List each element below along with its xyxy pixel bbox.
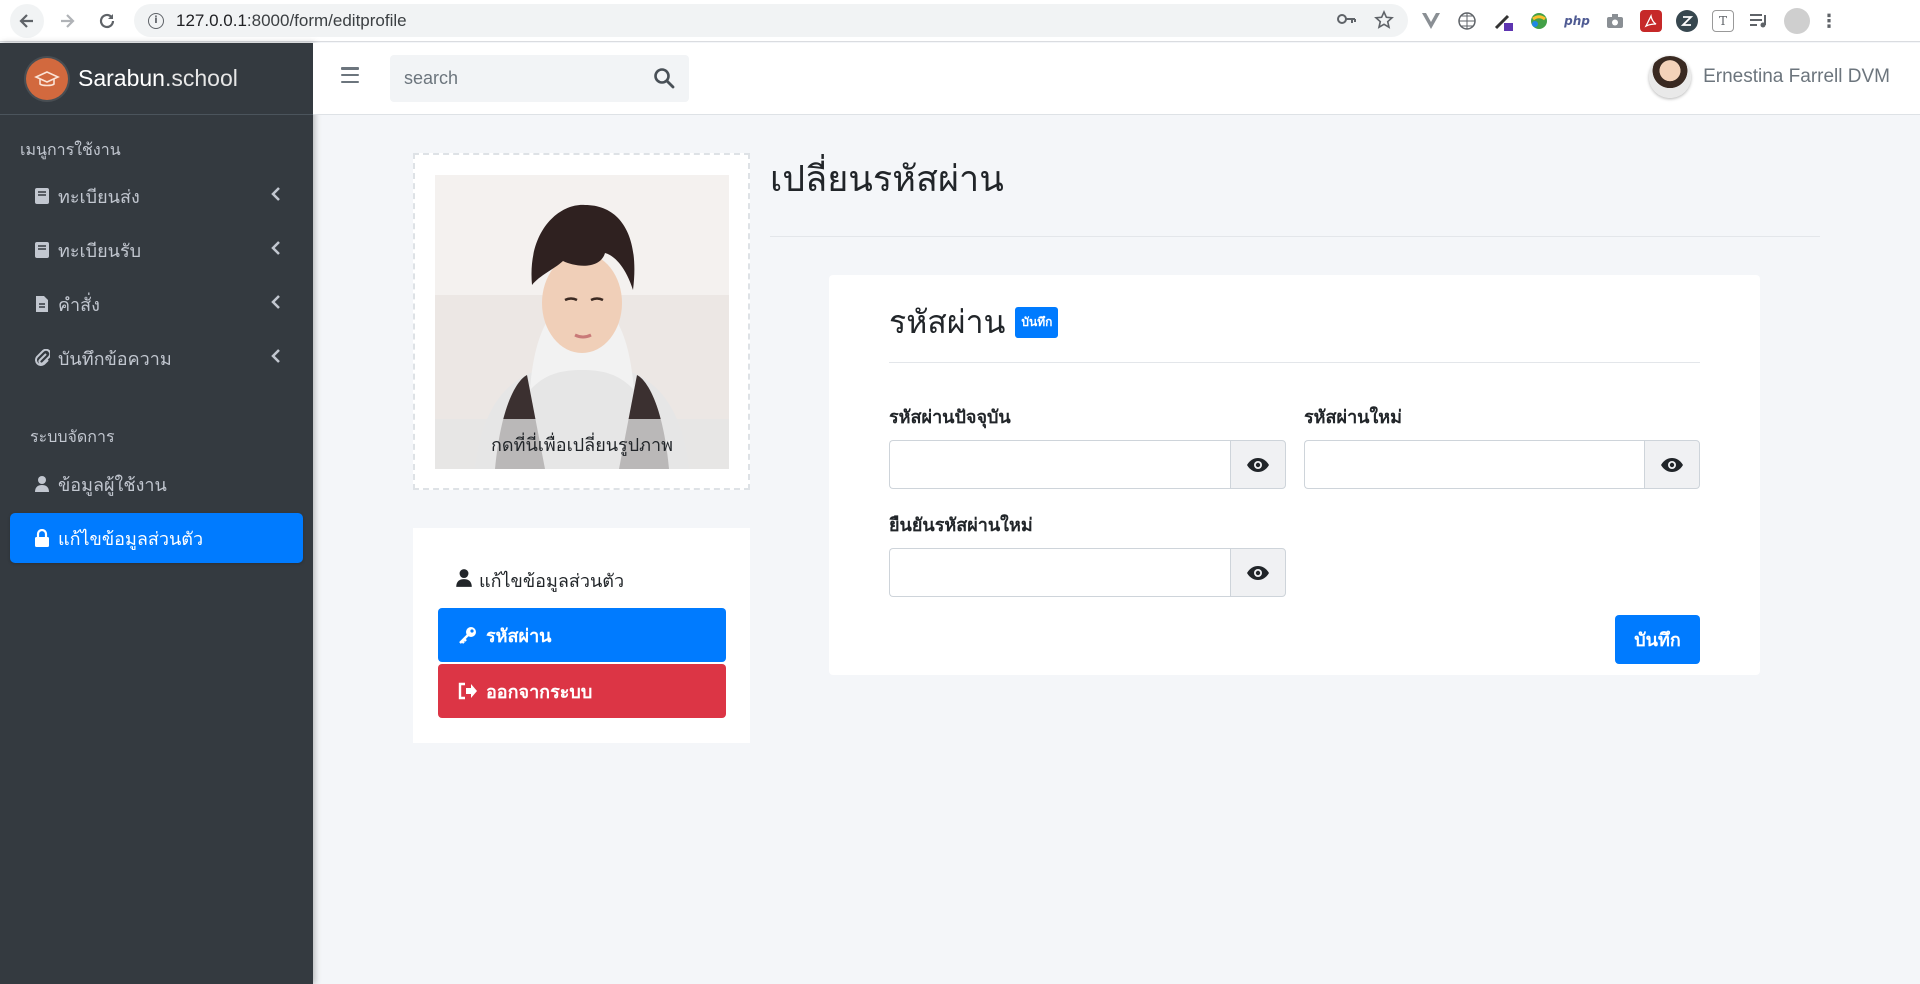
sidebar-item-edit-profile[interactable]: แก้ไขข้อมูลส่วนตัว: [10, 513, 303, 563]
top-navbar: Ernestina Farrell DVM: [313, 43, 1920, 115]
profile-menu-card: แก้ไขข้อมูลส่วนตัว รหัสผ่าน ออกจากระบบ: [413, 528, 750, 743]
brand-link[interactable]: Sarabun.school: [0, 43, 313, 115]
browser-toolbar: i 127.0.0.1:8000/form/editprofile php T …: [0, 0, 1920, 42]
password-form-card: รหัสผ่าน บันทึก รหัสผ่านปัจจุบัน รหัสผ่า…: [829, 275, 1760, 675]
nav-header-usage: เมนูการใช้งาน: [20, 140, 121, 159]
sidebar-item-orders[interactable]: คำสั่ง: [10, 279, 303, 329]
hamburger-menu-icon[interactable]: [341, 67, 359, 83]
url-host: 127.0.0.1: [176, 10, 247, 30]
sidebar-item-label: ข้อมูลผู้ใช้งาน: [58, 474, 167, 496]
reading-list-icon[interactable]: [1748, 10, 1770, 32]
confirm-password-label: ยืนยันรหัสผ่านใหม่: [889, 515, 1033, 536]
pdf-extension-icon[interactable]: [1640, 10, 1662, 32]
user-icon: [455, 568, 473, 593]
key-icon: [458, 625, 478, 645]
sidebar-item-label: ทะเบียนรับ: [58, 240, 142, 262]
eye-icon[interactable]: [1644, 440, 1700, 489]
sidebar-item-label: บันทึกข้อความ: [58, 348, 172, 370]
sidebar-item-label: ทะเบียนส่ง: [58, 186, 140, 208]
browser-menu-icon[interactable]: ⋮: [1820, 10, 1838, 32]
brand-name: Sarabun.school: [78, 65, 238, 92]
chevron-left-icon: [271, 187, 281, 205]
star-icon[interactable]: [1374, 10, 1394, 35]
user-menu[interactable]: Ernestina Farrell DVM: [1649, 56, 1890, 98]
current-password-field[interactable]: [889, 440, 1230, 489]
nav-header-management: ระบบจัดการ: [30, 427, 115, 446]
web-extension-icon[interactable]: [1528, 10, 1550, 32]
chevron-left-icon: [271, 295, 281, 313]
form-heading-label: รหัสผ่าน: [889, 303, 1006, 341]
form-heading: รหัสผ่าน บันทึก: [889, 297, 1059, 348]
sidebar-item-outgoing[interactable]: ทะเบียนส่ง: [10, 171, 303, 221]
sign-out-icon: [458, 682, 478, 700]
current-password-label: รหัสผ่านปัจจุบัน: [889, 407, 1011, 428]
site-info-icon[interactable]: i: [148, 12, 164, 29]
chevron-left-icon: [271, 241, 281, 259]
form-divider: [889, 362, 1700, 363]
book-icon: [32, 241, 52, 259]
book-icon: [32, 187, 52, 205]
profile-photo[interactable]: กดที่นี่เพื่อเปลี่ยนรูปภาพ: [435, 175, 729, 469]
color-picker-extension-icon[interactable]: [1492, 10, 1514, 32]
sidebar-item-label: คำสั่ง: [58, 294, 100, 316]
new-password-label: รหัสผ่านใหม่: [1304, 407, 1402, 428]
sidebar: Sarabun.school เมนูการใช้งาน ทะเบียนส่ง …: [0, 43, 313, 984]
vue-devtools-icon[interactable]: [1420, 10, 1442, 32]
key-icon[interactable]: [1336, 10, 1356, 35]
url-path: :8000/form/editprofile: [246, 10, 407, 30]
browser-profile-avatar[interactable]: [1784, 8, 1810, 34]
sidebar-item-label: แก้ไขข้อมูลส่วนตัว: [58, 528, 204, 550]
search-input[interactable]: [390, 68, 630, 89]
save-badge: บันทึก: [1015, 307, 1059, 338]
graduation-cap-icon: [26, 57, 68, 100]
current-password-group: [889, 440, 1286, 489]
page-title: เปลี่ยนรหัสผ่าน: [770, 159, 1004, 200]
new-password-field[interactable]: [1304, 440, 1644, 489]
eye-icon[interactable]: [1230, 440, 1286, 489]
forward-icon[interactable]: [50, 4, 84, 38]
avatar[interactable]: [1649, 56, 1692, 98]
eye-icon[interactable]: [1230, 548, 1286, 597]
new-password-group: [1304, 440, 1700, 489]
search-icon[interactable]: [653, 67, 675, 89]
reload-icon[interactable]: [90, 4, 124, 38]
save-button[interactable]: บันทึก: [1615, 615, 1700, 664]
back-icon[interactable]: [10, 3, 44, 38]
profile-photo-card: กดที่นี่เพื่อเปลี่ยนรูปภาพ: [413, 153, 750, 490]
change-photo-caption[interactable]: กดที่นี่เพื่อเปลี่ยนรูปภาพ: [435, 419, 729, 469]
brand-name-rest: .school: [164, 65, 238, 91]
user-icon: [32, 475, 52, 493]
password-button[interactable]: รหัสผ่าน: [438, 608, 726, 662]
logout-button-label: ออกจากระบบ: [486, 681, 593, 703]
file-icon: [32, 295, 52, 313]
search-bar: [390, 55, 689, 102]
chevron-left-icon: [271, 349, 281, 367]
profile-menu-title: แก้ไขข้อมูลส่วนตัว: [455, 566, 624, 595]
php-extension-icon[interactable]: php: [1564, 10, 1590, 32]
sidebar-item-memo[interactable]: บันทึกข้อความ: [10, 333, 303, 383]
sidebar-item-incoming[interactable]: ทะเบียนรับ: [10, 225, 303, 275]
camera-extension-icon[interactable]: [1604, 10, 1626, 32]
confirm-password-group: [889, 548, 1286, 597]
extensions-tray: php T ⋮: [1420, 8, 1838, 34]
sidebar-item-users[interactable]: ข้อมูลผู้ใช้งาน: [10, 459, 303, 509]
globe-extension-icon[interactable]: [1456, 10, 1478, 32]
address-bar[interactable]: i 127.0.0.1:8000/form/editprofile: [134, 4, 1408, 37]
url-text[interactable]: 127.0.0.1:8000/form/editprofile: [176, 11, 407, 31]
password-button-label: รหัสผ่าน: [486, 625, 552, 647]
confirm-password-field[interactable]: [889, 548, 1230, 597]
paperclip-icon: [32, 349, 52, 367]
logout-button[interactable]: ออกจากระบบ: [438, 664, 726, 718]
profile-menu-title-label: แก้ไขข้อมูลส่วนตัว: [479, 571, 625, 592]
title-divider: [770, 236, 1820, 237]
lock-icon: [32, 529, 52, 547]
text-extension-icon[interactable]: T: [1712, 10, 1734, 32]
dark-extension-icon[interactable]: [1676, 10, 1698, 32]
brand-name-bold: Sarabun: [78, 65, 165, 91]
user-name[interactable]: Ernestina Farrell DVM: [1703, 66, 1890, 88]
